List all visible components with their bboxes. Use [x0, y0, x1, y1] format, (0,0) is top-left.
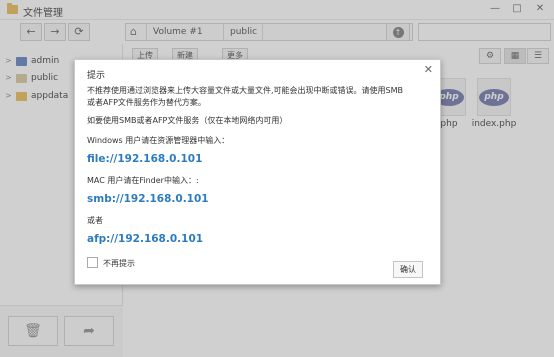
- warning-text-line1: 不推荐使用通过浏览器来上传大容量文件或大量文件,可能会出现中断或错误。请使用SM…: [87, 86, 404, 95]
- confirm-button[interactable]: 确认: [393, 261, 423, 278]
- windows-hint-text: Windows 用户请在资源管理器中输入：: [87, 136, 230, 145]
- no-remind-checkbox[interactable]: [87, 257, 98, 268]
- no-remind-label: 不再提示: [103, 259, 135, 268]
- mac-hint-text: MAC 用户请在Finder中输入：:: [87, 176, 199, 185]
- warning-text-line2: 或者AFP文件服务作为替代方案。: [87, 98, 206, 107]
- dialog-title: 提示: [87, 71, 106, 81]
- upload-tip-dialog: 提示 ✕ 不推荐使用通过浏览器来上传大容量文件或大量文件,可能会出现中断或错误。…: [74, 59, 441, 285]
- use-hint-text: 如要使用SMB或者AFP文件服务（仅在本地网络内可用）: [87, 116, 288, 125]
- mac-smb-address[interactable]: smb://192.168.0.101: [87, 193, 209, 205]
- close-icon[interactable]: ✕: [424, 63, 433, 76]
- or-text: 或者: [87, 216, 103, 225]
- mac-afp-address[interactable]: afp://192.168.0.101: [87, 233, 203, 245]
- windows-address[interactable]: file://192.168.0.101: [87, 153, 202, 165]
